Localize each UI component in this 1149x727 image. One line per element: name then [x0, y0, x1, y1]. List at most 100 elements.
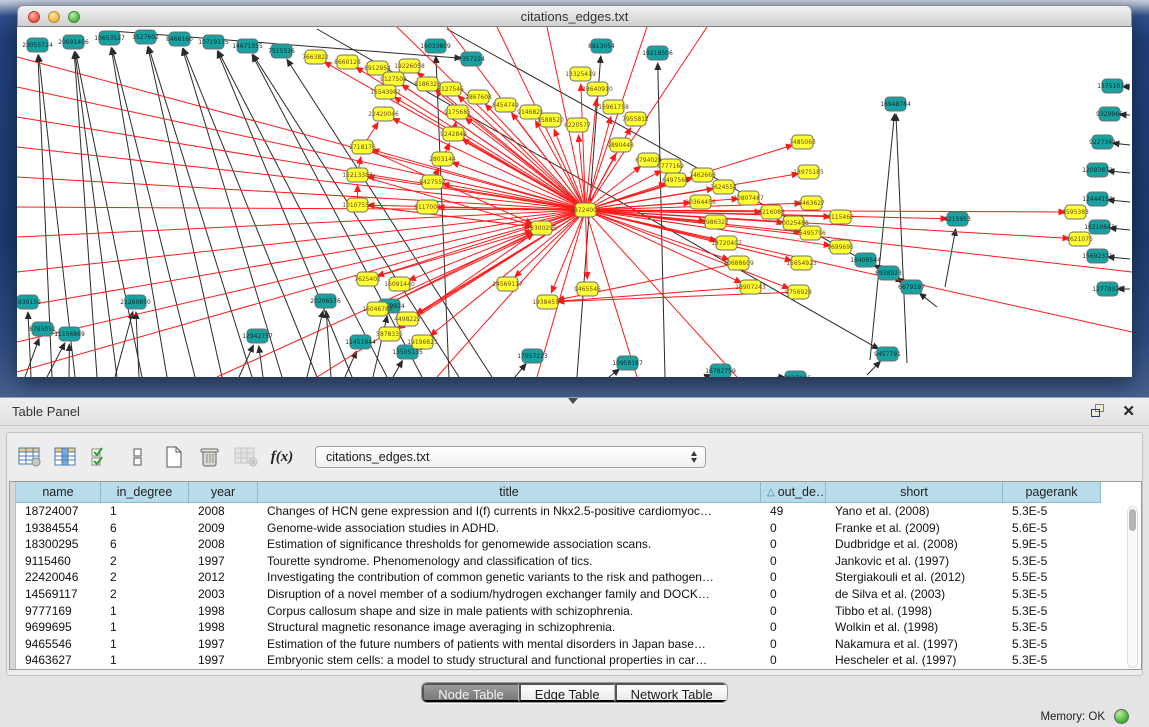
- network-node[interactable]: 4498222: [394, 312, 421, 326]
- network-node[interactable]: 19218506: [642, 46, 673, 60]
- network-edge[interactable]: [17, 210, 586, 237]
- network-node[interactable]: 8813054: [588, 39, 615, 53]
- network-node[interactable]: 19384554: [532, 295, 563, 309]
- table-row[interactable]: 946554611997Estimation of the future num…: [16, 636, 1142, 653]
- network-edge[interactable]: [919, 293, 937, 307]
- table-row[interactable]: 1456911722003Disruption of a novel membe…: [16, 586, 1142, 603]
- clear-selection-icon[interactable]: [123, 443, 153, 471]
- network-edge[interactable]: [945, 229, 956, 287]
- network-node[interactable]: 15654923: [786, 256, 817, 270]
- network-node[interactable]: 10653527: [94, 31, 125, 45]
- table-row[interactable]: 946362711997Embryonic stem cells: a mode…: [16, 652, 1142, 669]
- network-edge[interactable]: [17, 210, 586, 307]
- network-node[interactable]: 1621075: [1066, 232, 1093, 246]
- network-node[interactable]: 8454749: [492, 98, 519, 112]
- network-node[interactable]: 16782759: [705, 364, 736, 377]
- network-edge[interactable]: [217, 51, 352, 377]
- network-node[interactable]: 18720407: [711, 236, 742, 250]
- table-row[interactable]: 1938455462009Genome-wide association stu…: [16, 520, 1142, 537]
- network-edge[interactable]: [115, 312, 133, 377]
- network-node[interactable]: 13325419: [565, 67, 596, 81]
- network-edge[interactable]: [377, 210, 585, 276]
- network-node[interactable]: 10688609: [723, 256, 754, 270]
- network-node[interactable]: 20691406: [58, 35, 89, 49]
- network-node[interactable]: 23055724: [22, 38, 53, 52]
- network-node[interactable]: 12923446: [780, 371, 811, 377]
- network-node[interactable]: 9777169: [657, 159, 684, 173]
- network-node[interactable]: 16033809: [420, 39, 451, 53]
- network-edge[interactable]: [182, 49, 282, 377]
- table-row[interactable]: 969969511998Structural magnetic resonanc…: [16, 619, 1142, 636]
- network-edge[interactable]: [551, 210, 585, 293]
- network-node[interactable]: 7462668: [689, 168, 716, 182]
- network-edge[interactable]: [218, 51, 387, 377]
- network-node[interactable]: 9127508: [380, 72, 407, 86]
- table-row[interactable]: 1872400712008Changes of HCN gene express…: [16, 503, 1142, 520]
- select-all-icon[interactable]: [87, 443, 117, 471]
- network-node[interactable]: 6679197: [898, 280, 925, 294]
- network-node[interactable]: 16948784: [880, 97, 911, 111]
- network-node[interactable]: 11156869: [54, 327, 85, 341]
- network-edge[interactable]: [25, 338, 39, 377]
- network-node[interactable]: 18640910: [582, 82, 613, 96]
- network-node[interactable]: 7625402: [354, 272, 381, 286]
- network-edge[interactable]: [586, 117, 611, 210]
- new-column-icon[interactable]: [159, 443, 189, 471]
- table-row[interactable]: 977716911998Corpus callosum shape and si…: [16, 603, 1142, 620]
- network-edge[interactable]: [47, 343, 65, 377]
- network-edge[interactable]: [609, 369, 620, 377]
- network-edge[interactable]: [867, 361, 881, 375]
- network-node[interactable]: 1588520: [537, 113, 564, 127]
- network-edge[interactable]: [378, 232, 533, 309]
- network-node[interactable]: 1939159: [17, 295, 41, 309]
- show-columns-icon[interactable]: [51, 443, 81, 471]
- column-header-in_degree[interactable]: in_degree: [101, 482, 189, 503]
- network-node[interactable]: 7955812: [622, 112, 649, 126]
- scrollbar-thumb[interactable]: [1129, 509, 1136, 531]
- network-edge[interactable]: [307, 311, 323, 377]
- network-node[interactable]: 3624554: [710, 180, 737, 194]
- table-mode-icon[interactable]: [15, 443, 45, 471]
- network-node[interactable]: 8220577: [564, 118, 591, 132]
- network-node[interactable]: 5878335: [376, 327, 403, 341]
- network-node[interactable]: 7515526: [268, 44, 295, 58]
- network-edge[interactable]: [136, 312, 139, 377]
- network-edge[interactable]: [17, 210, 586, 342]
- network-edge[interactable]: [437, 210, 586, 377]
- network-node[interactable]: 7357224: [458, 52, 485, 66]
- network-node[interactable]: 9699695: [827, 240, 854, 254]
- network-node[interactable]: 9242848: [440, 127, 467, 141]
- network-node[interactable]: 12213383: [342, 168, 373, 182]
- column-header-name[interactable]: name: [16, 482, 101, 503]
- function-builder-icon[interactable]: f(x): [267, 443, 297, 471]
- network-node[interactable]: 9756928: [785, 285, 812, 299]
- network-window[interactable]: citations_edges.txt 23055724 20691406 1065…: [17, 5, 1132, 377]
- network-node[interactable]: 20206576: [310, 294, 341, 308]
- table-row[interactable]: 1830029562008Estimation of significance …: [16, 536, 1142, 553]
- vertical-scrollbar[interactable]: [1127, 506, 1138, 668]
- table-panel-titlebar[interactable]: Table Panel ✕: [0, 398, 1149, 426]
- network-node[interactable]: 9227342: [1089, 135, 1116, 149]
- window-titlebar[interactable]: citations_edges.txt: [17, 5, 1132, 27]
- network-node[interactable]: 16543982: [370, 85, 401, 99]
- tab-network-table[interactable]: Network Table: [615, 683, 727, 702]
- minimize-window-icon[interactable]: [48, 11, 60, 23]
- network-node[interactable]: 16961758: [598, 100, 629, 114]
- network-node[interactable]: 17957223: [517, 349, 548, 363]
- network-edge[interactable]: [658, 63, 665, 377]
- network-node[interactable]: 19226058: [394, 59, 425, 73]
- network-node[interactable]: 2718176: [349, 140, 376, 154]
- network-node[interactable]: 7485063: [789, 135, 816, 149]
- network-node[interactable]: 6216088: [758, 205, 785, 219]
- network-node[interactable]: 14569117: [492, 277, 523, 291]
- network-edge[interactable]: [373, 316, 387, 377]
- network-node[interactable]: 21260850: [120, 295, 151, 309]
- column-header-year[interactable]: year: [189, 482, 258, 503]
- network-edge[interactable]: [393, 361, 402, 377]
- table-row[interactable]: 911546021997Tourette syndrome. Phenomeno…: [16, 553, 1142, 570]
- delete-column-icon[interactable]: [195, 443, 225, 471]
- network-node[interactable]: 1527602: [132, 30, 159, 44]
- network-node[interactable]: 7986322: [702, 215, 729, 229]
- network-node[interactable]: 10958187: [612, 356, 643, 370]
- network-edge[interactable]: [112, 48, 195, 377]
